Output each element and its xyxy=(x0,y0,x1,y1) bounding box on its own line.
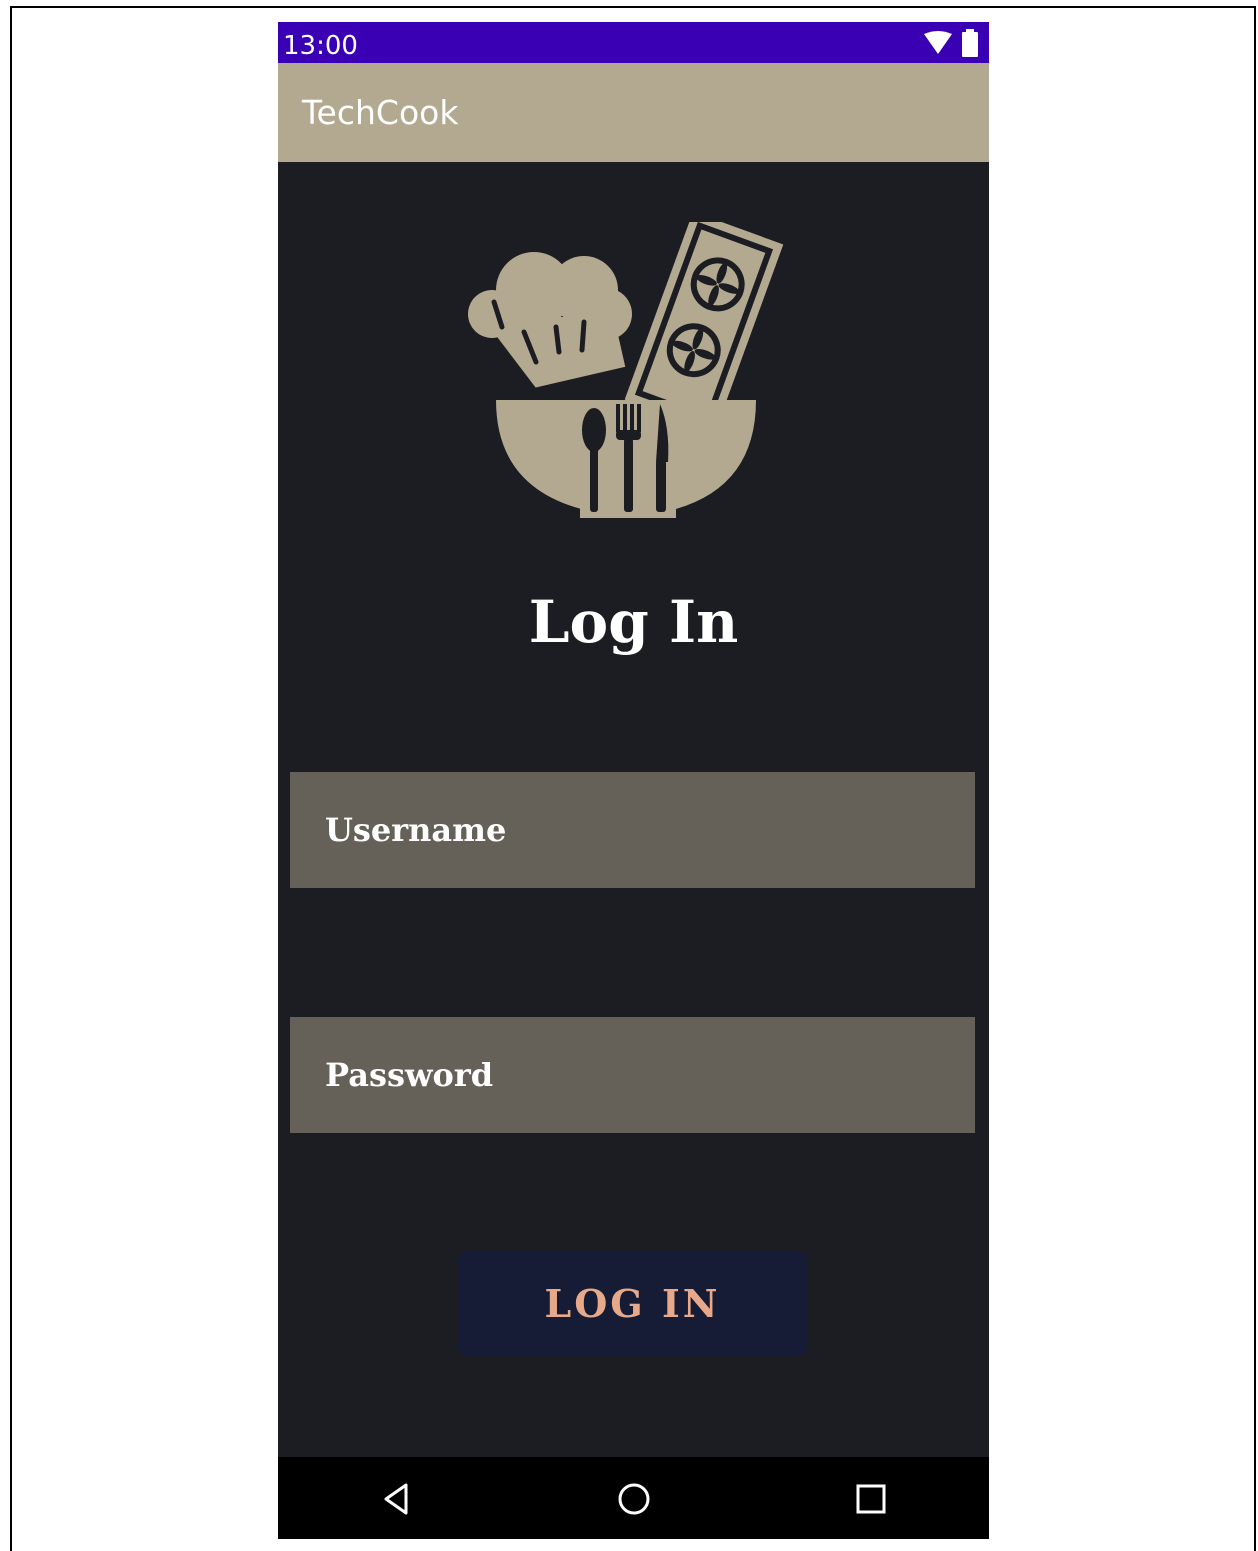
app-bar: TechCook xyxy=(278,63,989,162)
password-field[interactable] xyxy=(290,1017,975,1133)
navigation-bar xyxy=(278,1457,989,1539)
phone-screen: 13:00 TechCook Log In Username LOG IN xyxy=(278,22,989,1539)
home-icon[interactable] xyxy=(614,1479,654,1519)
login-heading: Log In xyxy=(528,588,739,656)
back-icon[interactable] xyxy=(376,1479,416,1519)
recents-icon[interactable] xyxy=(851,1479,891,1519)
chef-bowl-logo xyxy=(468,222,784,518)
status-time: 13:00 xyxy=(283,31,358,61)
status-bar: 13:00 xyxy=(278,22,989,63)
username-field[interactable] xyxy=(290,772,975,888)
app-title: TechCook xyxy=(302,93,459,132)
battery-icon xyxy=(962,29,978,57)
status-icons xyxy=(923,28,979,58)
login-button[interactable]: LOG IN xyxy=(458,1252,807,1355)
wifi-icon xyxy=(924,31,952,54)
